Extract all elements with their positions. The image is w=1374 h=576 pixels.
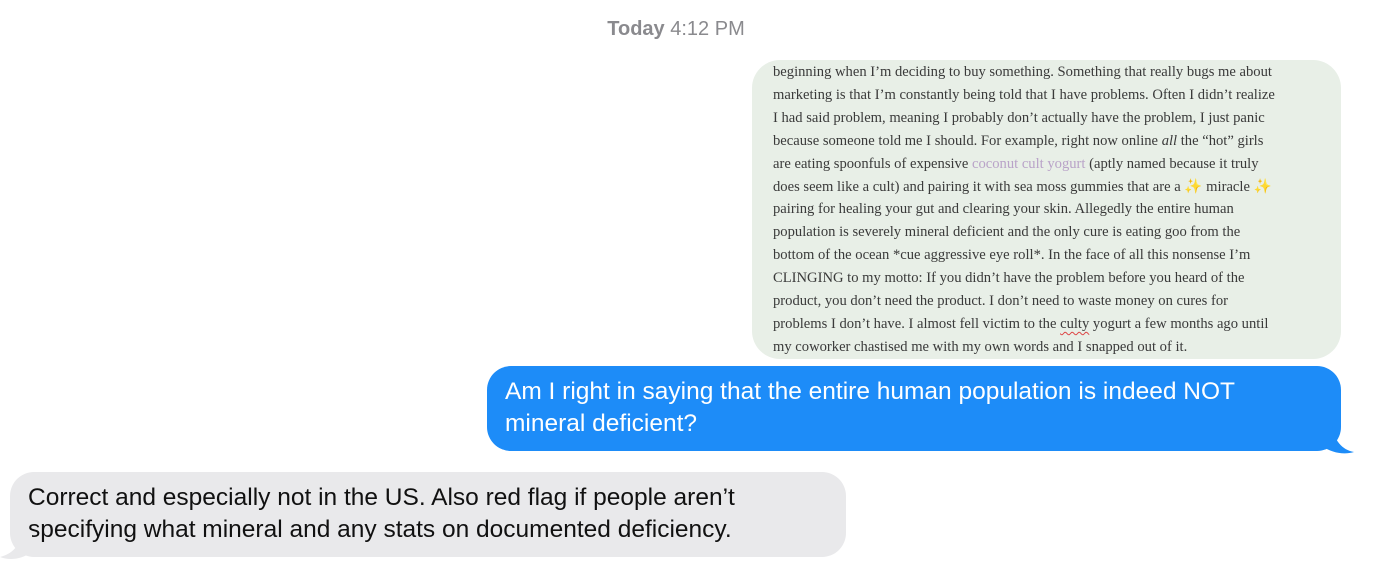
text-run: product, you don’t need the product. I d… — [773, 293, 1228, 310]
text-run: because someone told me I should. For ex… — [773, 132, 1162, 149]
sent-bubble-tail — [1322, 426, 1354, 454]
emphasis-text: all — [1161, 132, 1178, 149]
screenshot-text-line: pairing for healing your gut and clearin… — [773, 198, 1333, 221]
text-run: the “hot” girls — [1177, 132, 1264, 149]
screenshot-text-line: I had said problem, meaning I probably d… — [773, 107, 1333, 130]
sent-message-bubble[interactable]: Am I right in saying that the entire hum… — [487, 366, 1341, 451]
text-run: I had said problem, meaning I probably d… — [773, 109, 1265, 126]
timestamp-day: Today — [607, 18, 665, 40]
text-run: population is severely mineral deficient… — [773, 224, 1241, 241]
text-run: does seem like a cult) and pairing it wi… — [773, 178, 1185, 195]
received-message-line: specifying what mineral and any stats on… — [28, 516, 732, 543]
screenshot-text-line: are eating spoonfuls of expensive coconu… — [773, 153, 1333, 176]
text-run: problems I don’t have. I almost fell vic… — [773, 315, 1061, 332]
sent-message-line: Am I right in saying that the entire hum… — [505, 378, 1235, 405]
screenshot-text-line: CLINGING to my motto: If you didn’t have… — [773, 267, 1333, 290]
screenshot-text-line: product, you don’t need the product. I d… — [773, 290, 1333, 313]
sent-screenshot-bubble[interactable]: beginning when I’m deciding to buy somet… — [752, 60, 1341, 359]
screenshot-text-block: beginning when I’m deciding to buy somet… — [773, 61, 1333, 359]
received-message-line: Correct and especially not in the US. Al… — [28, 484, 735, 511]
text-run: pairing for healing your gut and clearin… — [773, 201, 1234, 218]
text-run: CLINGING to my motto: If you didn’t have… — [773, 270, 1245, 287]
screenshot-text-line: my coworker chastised me with my own wor… — [773, 336, 1333, 359]
text-run: marketing is that I’m constantly being t… — [773, 86, 1275, 103]
conversation-timestamp: Today 4:12 PM — [0, 16, 1352, 42]
screenshot-text-line: population is severely mineral deficient… — [773, 221, 1333, 244]
timestamp-time: 4:12 PM — [670, 18, 745, 40]
sparkles-icon: ✨ — [1184, 178, 1203, 195]
text-run: bottom of the ocean *cue aggressive eye … — [773, 247, 1251, 264]
screenshot-text-line: bottom of the ocean *cue aggressive eye … — [773, 244, 1333, 267]
received-message-bubble[interactable]: Correct and especially not in the US. Al… — [10, 472, 846, 557]
text-run: yogurt a few months ago until — [1089, 315, 1269, 332]
text-run: my coworker chastised me with my own wor… — [773, 338, 1188, 355]
spellcheck-word: culty — [1060, 315, 1090, 332]
screenshot-text-line: because someone told me I should. For ex… — [773, 130, 1333, 153]
sent-message-line: mineral deficient? — [505, 410, 698, 437]
received-bubble-tail — [0, 532, 32, 560]
inline-link: coconut cult yogurt — [971, 155, 1086, 172]
text-run: are eating spoonfuls of expensive — [773, 155, 972, 172]
text-run: (aptly named because it truly — [1085, 155, 1259, 172]
sparkles-icon: ✨ — [1253, 178, 1272, 195]
text-run: beginning when I’m deciding to buy somet… — [773, 64, 1272, 80]
screenshot-text-line: problems I don’t have. I almost fell vic… — [773, 313, 1333, 336]
screenshot-text-line: marketing is that I’m constantly being t… — [773, 84, 1333, 107]
text-run: miracle — [1202, 178, 1254, 195]
screenshot-text-line: does seem like a cult) and pairing it wi… — [773, 176, 1333, 199]
screenshot-text-line: beginning when I’m deciding to buy somet… — [773, 61, 1333, 84]
